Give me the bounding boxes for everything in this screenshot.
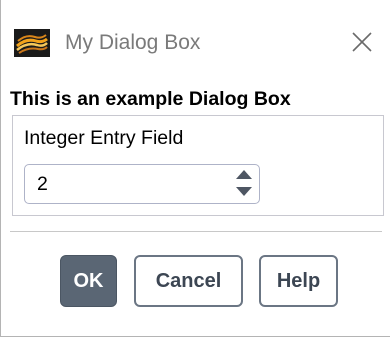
triangle-down-icon: [235, 184, 253, 202]
button-separator: [10, 231, 382, 232]
cancel-button[interactable]: Cancel: [134, 255, 243, 307]
integer-entry-group: Integer Entry Field: [12, 115, 384, 216]
window-title: My Dialog Box: [65, 31, 201, 54]
ok-button[interactable]: OK: [60, 255, 117, 307]
dialog-window: My Dialog Box This is an example Dialog …: [0, 0, 390, 337]
help-button[interactable]: Help: [259, 255, 338, 307]
spin-up-button[interactable]: [233, 168, 255, 184]
integer-entry-input[interactable]: [37, 171, 217, 197]
close-icon: [351, 31, 373, 58]
title-bar[interactable]: My Dialog Box: [1, 0, 390, 82]
triangle-up-icon: [235, 167, 253, 185]
dialog-heading: This is an example Dialog Box: [10, 88, 291, 110]
spin-down-button[interactable]: [233, 185, 255, 201]
integer-spin-box[interactable]: [24, 164, 260, 204]
integer-field-label: Integer Entry Field: [24, 127, 184, 149]
app-logo-icon: [14, 29, 50, 57]
close-button[interactable]: [345, 27, 379, 61]
